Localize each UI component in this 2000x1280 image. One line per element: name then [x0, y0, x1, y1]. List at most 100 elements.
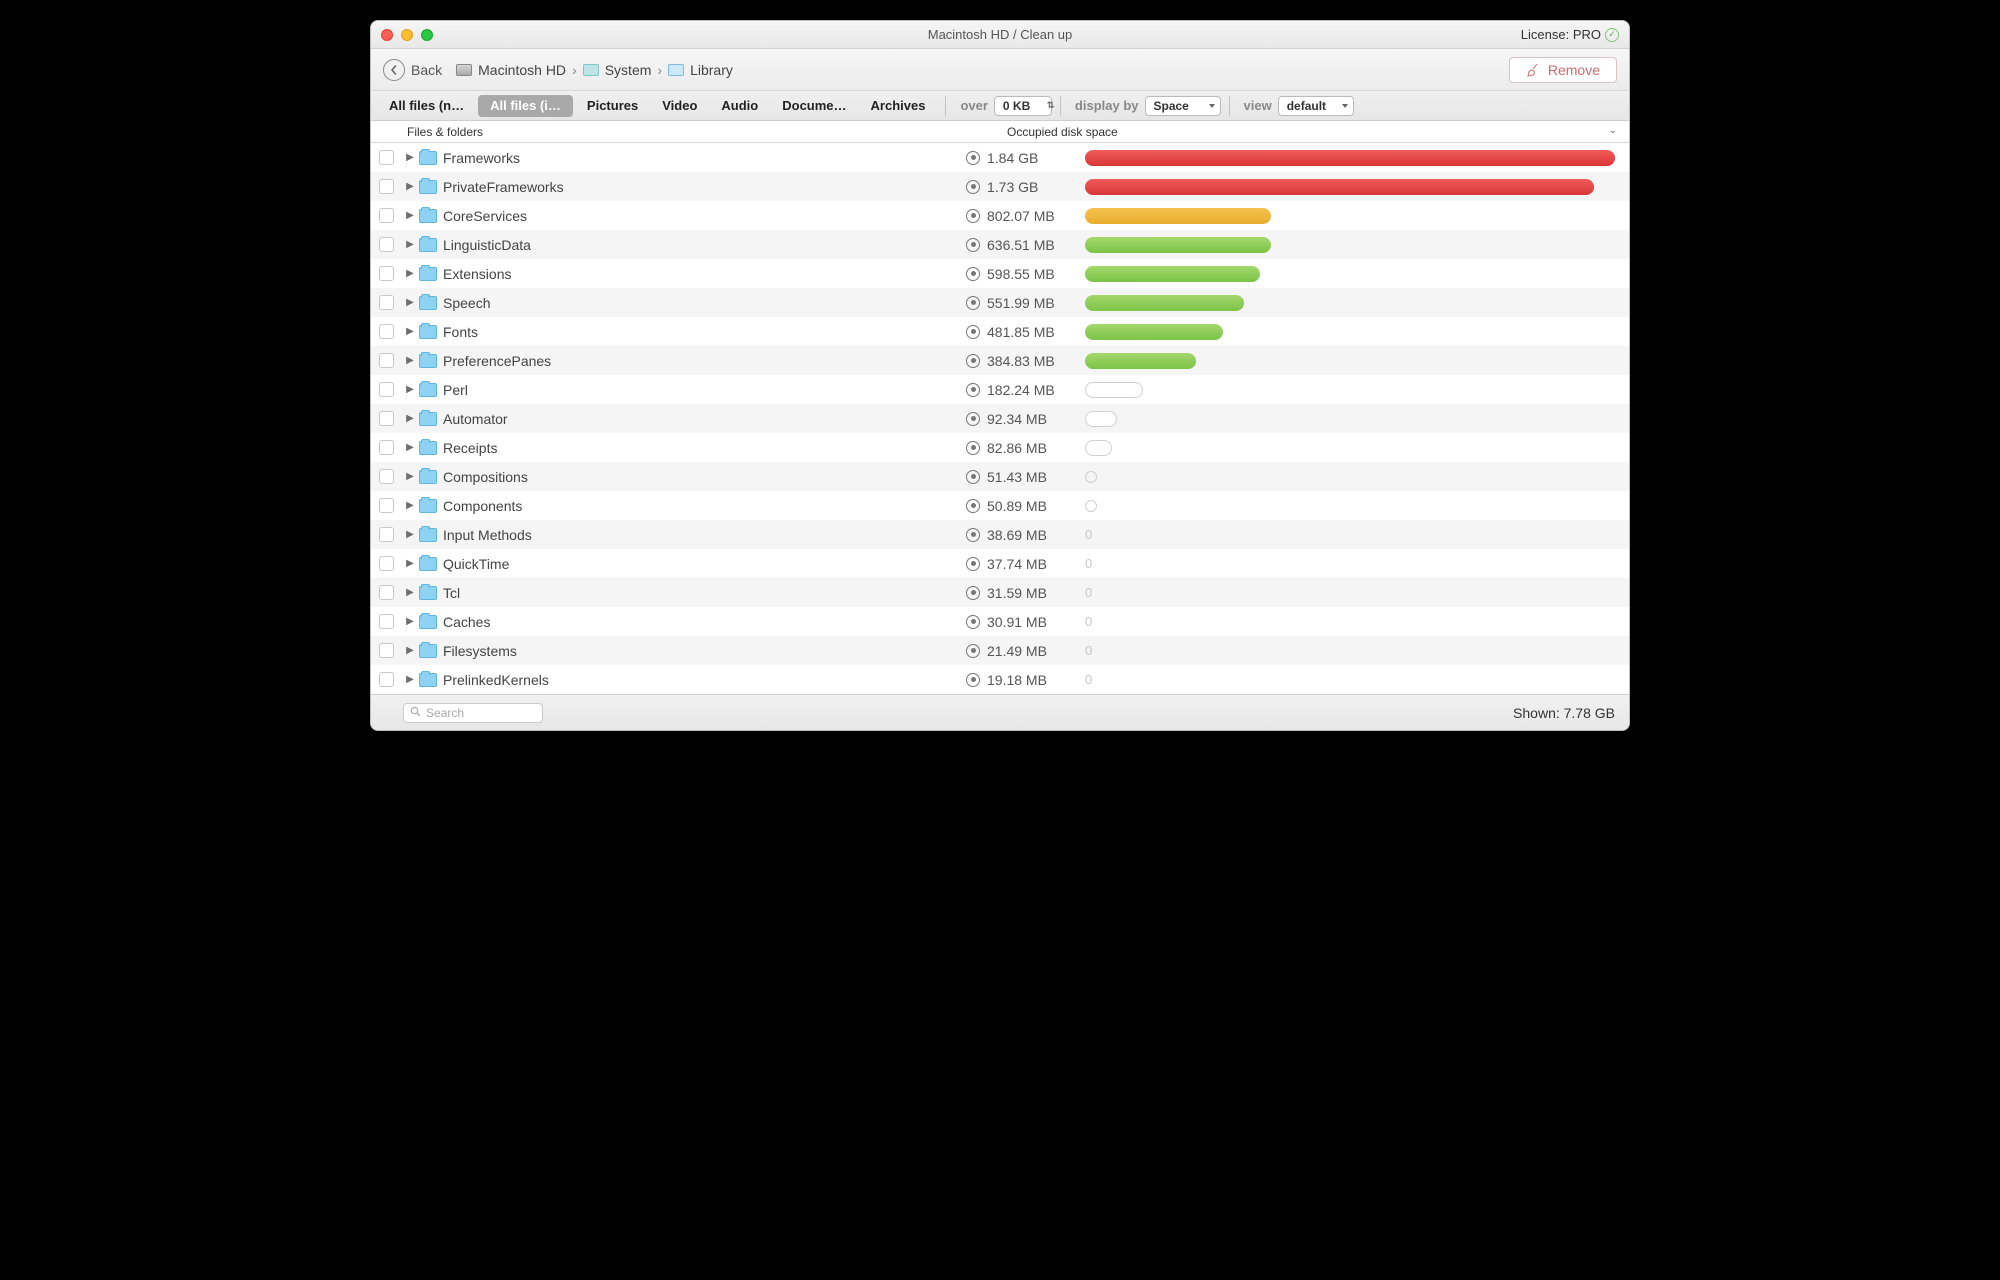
- disclosure-triangle-icon[interactable]: ▶: [401, 558, 419, 569]
- disclosure-triangle-icon[interactable]: ▶: [401, 152, 419, 163]
- table-row[interactable]: ▶Extensions598.55 MB: [371, 259, 1629, 288]
- disclosure-triangle-icon[interactable]: ▶: [401, 297, 419, 308]
- back-button[interactable]: Back: [383, 59, 442, 81]
- zoom-icon[interactable]: [421, 29, 433, 41]
- disclosure-triangle-icon[interactable]: ▶: [401, 674, 419, 685]
- file-size: 481.85 MB: [987, 324, 1085, 340]
- disclosure-triangle-icon[interactable]: ▶: [401, 500, 419, 511]
- table-row[interactable]: ▶CoreServices802.07 MB: [371, 201, 1629, 230]
- search-input[interactable]: Search: [403, 703, 543, 723]
- table-row[interactable]: ▶Speech551.99 MB: [371, 288, 1629, 317]
- checkbox[interactable]: [379, 527, 394, 542]
- target-icon[interactable]: [966, 557, 980, 571]
- checkbox[interactable]: [379, 266, 394, 281]
- remove-button[interactable]: Remove: [1509, 57, 1617, 83]
- checkbox[interactable]: [379, 585, 394, 600]
- over-stepper[interactable]: 0 KB: [994, 96, 1052, 116]
- target-icon[interactable]: [966, 586, 980, 600]
- target-icon[interactable]: [966, 267, 980, 281]
- disclosure-triangle-icon[interactable]: ▶: [401, 384, 419, 395]
- target-icon[interactable]: [966, 180, 980, 194]
- checkbox[interactable]: [379, 382, 394, 397]
- disclosure-triangle-icon[interactable]: ▶: [401, 210, 419, 221]
- filter-tab[interactable]: All files (i…: [478, 95, 573, 117]
- crumb-root[interactable]: Macintosh HD: [478, 62, 566, 78]
- minimize-icon[interactable]: [401, 29, 413, 41]
- crumb-system[interactable]: System: [605, 62, 652, 78]
- target-icon[interactable]: [966, 383, 980, 397]
- target-icon[interactable]: [966, 615, 980, 629]
- checkbox[interactable]: [379, 411, 394, 426]
- target-icon[interactable]: [966, 151, 980, 165]
- disclosure-triangle-icon[interactable]: ▶: [401, 587, 419, 598]
- target-icon[interactable]: [966, 528, 980, 542]
- table-row[interactable]: ▶PreferencePanes384.83 MB: [371, 346, 1629, 375]
- target-icon[interactable]: [966, 499, 980, 513]
- target-icon[interactable]: [966, 441, 980, 455]
- target-icon[interactable]: [966, 209, 980, 223]
- filter-tab[interactable]: Archives: [859, 91, 938, 120]
- disclosure-triangle-icon[interactable]: ▶: [401, 268, 419, 279]
- disclosure-triangle-icon[interactable]: ▶: [401, 616, 419, 627]
- filter-tab[interactable]: Pictures: [575, 91, 650, 120]
- table-row[interactable]: ▶PrivateFrameworks1.73 GB: [371, 172, 1629, 201]
- file-size: 82.86 MB: [987, 440, 1085, 456]
- checkbox[interactable]: [379, 237, 394, 252]
- checkbox[interactable]: [379, 672, 394, 687]
- table-row[interactable]: ▶Automator92.34 MB: [371, 404, 1629, 433]
- table-row[interactable]: ▶Compositions51.43 MB: [371, 462, 1629, 491]
- checkbox[interactable]: [379, 614, 394, 629]
- table-row[interactable]: ▶Frameworks1.84 GB: [371, 143, 1629, 172]
- filter-tab[interactable]: Audio: [709, 91, 770, 120]
- checkbox[interactable]: [379, 643, 394, 658]
- table-row[interactable]: ▶Receipts82.86 MB: [371, 433, 1629, 462]
- table-row[interactable]: ▶Input Methods38.69 MB0: [371, 520, 1629, 549]
- disclosure-triangle-icon[interactable]: ▶: [401, 413, 419, 424]
- table-row[interactable]: ▶Tcl31.59 MB0: [371, 578, 1629, 607]
- displayby-select[interactable]: Space: [1145, 96, 1221, 116]
- view-label: view: [1238, 98, 1278, 113]
- disclosure-triangle-icon[interactable]: ▶: [401, 529, 419, 540]
- crumb-library[interactable]: Library: [690, 62, 733, 78]
- checkbox[interactable]: [379, 469, 394, 484]
- target-icon[interactable]: [966, 354, 980, 368]
- filter-tab[interactable]: All files (n…: [377, 91, 476, 120]
- disclosure-triangle-icon[interactable]: ▶: [401, 645, 419, 656]
- table-row[interactable]: ▶PrelinkedKernels19.18 MB0: [371, 665, 1629, 694]
- checkbox[interactable]: [379, 179, 394, 194]
- filter-tab[interactable]: Docume…: [770, 91, 858, 120]
- table-row[interactable]: ▶QuickTime37.74 MB0: [371, 549, 1629, 578]
- disclosure-triangle-icon[interactable]: ▶: [401, 471, 419, 482]
- checkbox[interactable]: [379, 556, 394, 571]
- target-icon[interactable]: [966, 325, 980, 339]
- checkbox[interactable]: [379, 150, 394, 165]
- table-row[interactable]: ▶Caches30.91 MB0: [371, 607, 1629, 636]
- table-row[interactable]: ▶Components50.89 MB: [371, 491, 1629, 520]
- target-icon[interactable]: [966, 412, 980, 426]
- disclosure-triangle-icon[interactable]: ▶: [401, 326, 419, 337]
- table-row[interactable]: ▶LinguisticData636.51 MB: [371, 230, 1629, 259]
- target-icon[interactable]: [966, 296, 980, 310]
- col-files[interactable]: Files & folders: [401, 125, 971, 139]
- checkbox[interactable]: [379, 324, 394, 339]
- disclosure-triangle-icon[interactable]: ▶: [401, 442, 419, 453]
- close-icon[interactable]: [381, 29, 393, 41]
- target-icon[interactable]: [966, 673, 980, 687]
- target-icon[interactable]: [966, 644, 980, 658]
- checkbox[interactable]: [379, 440, 394, 455]
- checkbox[interactable]: [379, 498, 394, 513]
- col-space[interactable]: Occupied disk space ⌄: [1001, 125, 1629, 139]
- disclosure-triangle-icon[interactable]: ▶: [401, 355, 419, 366]
- checkbox[interactable]: [379, 295, 394, 310]
- table-row[interactable]: ▶Perl182.24 MB: [371, 375, 1629, 404]
- checkbox[interactable]: [379, 208, 394, 223]
- table-row[interactable]: ▶Filesystems21.49 MB0: [371, 636, 1629, 665]
- disclosure-triangle-icon[interactable]: ▶: [401, 239, 419, 250]
- table-row[interactable]: ▶Fonts481.85 MB: [371, 317, 1629, 346]
- target-icon[interactable]: [966, 470, 980, 484]
- target-icon[interactable]: [966, 238, 980, 252]
- checkbox[interactable]: [379, 353, 394, 368]
- filter-tab[interactable]: Video: [650, 91, 709, 120]
- disclosure-triangle-icon[interactable]: ▶: [401, 181, 419, 192]
- view-select[interactable]: default: [1278, 96, 1354, 116]
